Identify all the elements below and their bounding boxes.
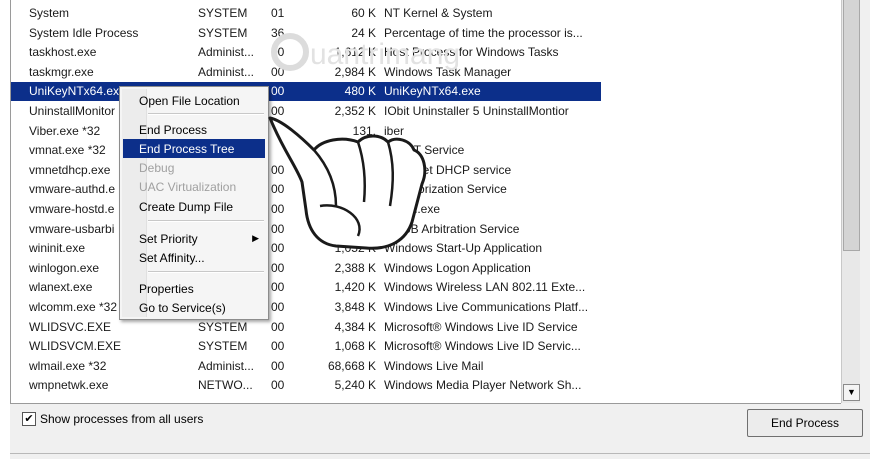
process-cpu: 01 [271, 6, 285, 20]
menu-item-debug: Debug [123, 158, 265, 177]
process-memory: 1,420 K [334, 280, 376, 295]
process-user: Administ... [198, 358, 255, 373]
menu-separator [148, 113, 264, 115]
menu-item-properties[interactable]: Properties [123, 279, 265, 298]
process-name: System [29, 6, 70, 20]
process-memory: 3,848 K [334, 300, 376, 314]
table-row[interactable]: wlmail.exe *32 Administ... 00 68,668 K Windo… [11, 357, 841, 376]
submenu-arrow-icon: ▶ [252, 233, 259, 243]
process-cpu: 00 [271, 339, 285, 354]
menu-item-set-affinity[interactable]: Set Affinity... [123, 248, 265, 267]
process-memory: 5,240 K [334, 378, 376, 393]
process-memory: 4,384 K [334, 319, 376, 334]
process-description: Windows Live Mail [384, 358, 484, 373]
process-description: Windows Live Communications Platf... [384, 300, 589, 314]
menu-item-label: Set Priority [139, 232, 198, 246]
process-description: Windows Media Player Network Sh... [384, 378, 582, 393]
process-name: wlmail.exe *32 [29, 358, 107, 373]
end-process-button[interactable]: End Process [747, 409, 863, 437]
menu-item-label: UAC Virtualization [139, 180, 237, 194]
svg-text:uantrimang: uantrimang [310, 38, 460, 71]
process-user: Administ... [198, 45, 255, 60]
process-name: taskmgr.exe [29, 64, 94, 79]
menu-item-label: Open File Location [139, 94, 240, 108]
vertical-scrollbar[interactable]: ▼ [841, 0, 860, 403]
menu-item-create-dump-file[interactable]: Create Dump File [123, 197, 265, 216]
menu-item-label: Properties [139, 282, 194, 296]
pointing-hand-icon [262, 110, 432, 260]
menu-item-label: End Process Tree [139, 142, 235, 156]
check-icon: ✔ [24, 413, 34, 425]
table-row[interactable]: System SYSTEM 01 60 K NT Kernel & System [11, 4, 841, 23]
table-row[interactable]: wmpnetwk.exe NETWO... 00 5,240 K Windows Med… [11, 376, 841, 395]
process-description: NT Kernel & System [384, 6, 493, 20]
status-divider [10, 453, 870, 454]
process-cpu: 00 [271, 358, 285, 373]
process-cpu: 00 [271, 280, 285, 295]
menu-separator [148, 220, 264, 222]
menu-item-label: Debug [139, 161, 175, 175]
scrollbar-thumb[interactable] [843, 0, 860, 251]
process-name: System Idle Process [29, 25, 139, 40]
process-name: taskhost.exe [29, 45, 97, 60]
menu-item-label: End Process [139, 123, 208, 137]
process-name: wmpnetwk.exe [29, 378, 109, 393]
process-description: Microsoft® Windows Live ID Servic... [384, 339, 581, 354]
show-all-users-label: Show processes from all users [40, 412, 204, 426]
process-memory: 68,668 K [327, 358, 376, 373]
process-memory: 60 K [351, 6, 376, 20]
menu-item-uac-virtualization: UAC Virtualization [123, 177, 265, 196]
menu-item-label: Set Affinity... [139, 251, 205, 265]
process-memory: 2,388 K [334, 260, 376, 275]
process-user: NETWO... [198, 378, 253, 393]
scroll-down-button[interactable]: ▼ [843, 384, 860, 401]
chevron-down-icon: ▼ [847, 387, 856, 397]
show-all-users-checkbox[interactable]: ✔ [22, 412, 36, 426]
menu-separator [148, 271, 264, 273]
process-cpu: 00 [271, 300, 285, 314]
process-description: Windows Logon Application [384, 260, 531, 275]
menu-item-end-process[interactable]: End Process [123, 120, 265, 139]
process-user: Administ... [198, 64, 255, 79]
process-user: SYSTEM [198, 6, 248, 20]
menu-item-end-process-tree[interactable]: End Process Tree [123, 139, 265, 158]
menu-item-label: Create Dump File [139, 200, 234, 214]
menu-item-go-to-service-s[interactable]: Go to Service(s) [123, 298, 265, 317]
process-name: WLIDSVC.EXE [29, 319, 112, 334]
process-user: SYSTEM [198, 319, 248, 334]
table-row[interactable]: WLIDSVCM.EXE SYSTEM 00 1,068 K Microsoft® Wi… [11, 337, 841, 356]
menu-item-open-file-location[interactable]: Open File Location [123, 91, 265, 110]
process-cpu: 00 [271, 260, 285, 275]
process-description: Microsoft® Windows Live ID Service [384, 319, 578, 334]
process-cpu: 00 [271, 378, 285, 393]
process-user: SYSTEM [198, 339, 248, 354]
menu-item-set-priority[interactable]: Set Priority ▶ [123, 229, 265, 248]
watermark-logo: uantrimang [268, 30, 468, 90]
table-row[interactable]: WLIDSVC.EXE SYSTEM 00 4,384 K Microsoft® Win… [11, 318, 841, 337]
process-memory: 1,068 K [334, 339, 376, 354]
menu-item-label: Go to Service(s) [139, 301, 226, 315]
process-user: SYSTEM [198, 25, 248, 40]
process-description: Windows Wireless LAN 802.11 Exte... [384, 280, 586, 295]
process-cpu: 00 [271, 319, 285, 334]
context-menu: Open File Location End Process End Process… [119, 86, 269, 320]
process-name: WLIDSVCM.EXE [29, 339, 122, 354]
